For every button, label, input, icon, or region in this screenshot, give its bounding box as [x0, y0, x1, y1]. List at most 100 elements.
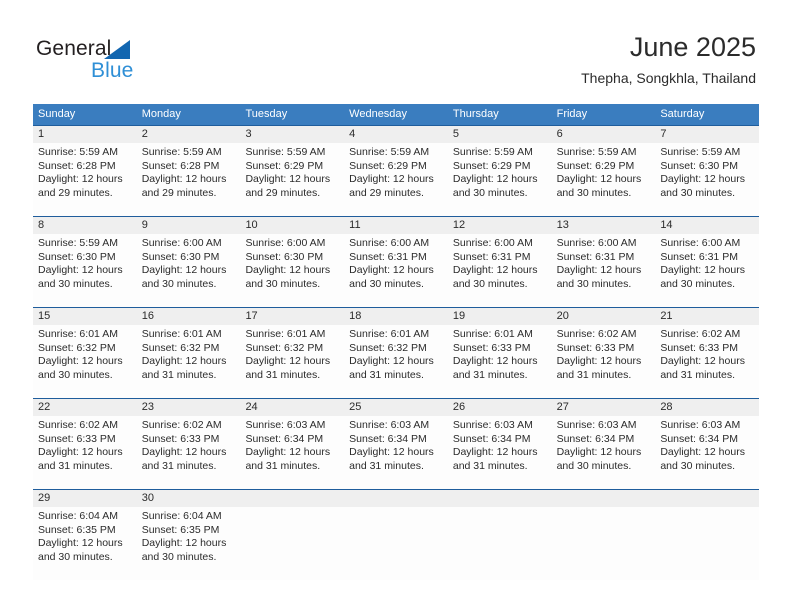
day-cell[interactable]: Sunrise: 6:00 AM Sunset: 6:31 PM Dayligh… — [655, 234, 759, 307]
day-cell[interactable]: Sunrise: 5:59 AM Sunset: 6:30 PM Dayligh… — [33, 234, 137, 307]
daylight-text-line2: and 30 minutes. — [452, 277, 528, 290]
day-number[interactable]: 3 — [240, 126, 344, 143]
day-number[interactable]: 9 — [137, 217, 241, 234]
day-cell[interactable]: Sunrise: 6:02 AM Sunset: 6:33 PM Dayligh… — [33, 416, 137, 489]
sunrise-text: Sunrise: 5:59 AM — [349, 146, 430, 158]
day-number[interactable]: 2 — [137, 126, 241, 143]
day-cell[interactable]: Sunrise: 6:03 AM Sunset: 6:34 PM Dayligh… — [552, 416, 656, 489]
weekday-header-tuesday: Tuesday — [245, 108, 288, 120]
day-cell[interactable]: Sunrise: 5:59 AM Sunset: 6:28 PM Dayligh… — [137, 143, 241, 216]
day-number[interactable]: 28 — [655, 399, 759, 416]
week-detail-band: Sunrise: 5:59 AM Sunset: 6:28 PM Dayligh… — [33, 143, 759, 216]
daylight-text-line1: Daylight: 12 hours — [38, 173, 123, 186]
daylight-text-line1: Daylight: 12 hours — [660, 264, 745, 277]
weekday-header-friday: Friday — [556, 108, 588, 120]
daylight-text-line1: Daylight: 12 hours — [349, 264, 434, 277]
day-cell[interactable]: Sunrise: 5:59 AM Sunset: 6:29 PM Dayligh… — [552, 143, 656, 216]
day-cell[interactable]: Sunrise: 6:01 AM Sunset: 6:32 PM Dayligh… — [240, 325, 344, 398]
day-cell[interactable]: Sunrise: 5:59 AM Sunset: 6:30 PM Dayligh… — [655, 143, 759, 216]
day-number[interactable]: 26 — [448, 399, 552, 416]
day-number[interactable]: 30 — [137, 490, 241, 507]
day-number[interactable]: 27 — [552, 399, 656, 416]
day-cell[interactable]: Sunrise: 6:00 AM Sunset: 6:30 PM Dayligh… — [137, 234, 241, 307]
sunset-text: Sunset: 6:33 PM — [660, 341, 738, 354]
day-cell[interactable]: Sunrise: 6:00 AM Sunset: 6:31 PM Dayligh… — [552, 234, 656, 307]
day-number[interactable]: 10 — [240, 217, 344, 234]
day-number[interactable]: 4 — [344, 126, 448, 143]
day-number[interactable]: 5 — [448, 126, 552, 143]
day-cell[interactable]: Sunrise: 5:59 AM Sunset: 6:29 PM Dayligh… — [344, 143, 448, 216]
sunset-text: Sunset: 6:30 PM — [245, 250, 324, 263]
day-number[interactable]: 14 — [655, 217, 759, 234]
day-number[interactable]: 6 — [552, 126, 656, 143]
day-number[interactable]: 16 — [137, 308, 241, 325]
daylight-text-line1: Daylight: 12 hours — [141, 355, 227, 368]
daylight-text-line2: and 31 minutes. — [349, 459, 424, 472]
day-cell[interactable]: Sunrise: 6:03 AM Sunset: 6:34 PM Dayligh… — [448, 416, 552, 489]
day-cell[interactable]: Sunrise: 6:02 AM Sunset: 6:33 PM Dayligh… — [137, 416, 241, 489]
daylight-text-line2: and 30 minutes. — [452, 186, 528, 199]
day-cell[interactable]: Sunrise: 6:00 AM Sunset: 6:31 PM Dayligh… — [448, 234, 552, 307]
day-number[interactable]: 21 — [655, 308, 759, 325]
daylight-text-line1: Daylight: 12 hours — [452, 446, 538, 459]
daylight-text-line1: Daylight: 12 hours — [349, 355, 434, 368]
day-number[interactable]: 29 — [33, 490, 137, 507]
day-number[interactable]: 23 — [137, 399, 241, 416]
day-cell[interactable]: Sunrise: 6:01 AM Sunset: 6:33 PM Dayligh… — [448, 325, 552, 398]
day-cell[interactable]: Sunrise: 6:03 AM Sunset: 6:34 PM Dayligh… — [655, 416, 759, 489]
day-number[interactable]: 12 — [448, 217, 552, 234]
day-number[interactable]: 17 — [240, 308, 344, 325]
day-cell[interactable]: Sunrise: 6:00 AM Sunset: 6:30 PM Dayligh… — [240, 234, 344, 307]
day-number[interactable]: 19 — [448, 308, 552, 325]
sunrise-text: Sunrise: 6:02 AM — [141, 419, 222, 431]
day-cell[interactable]: Sunrise: 6:04 AM Sunset: 6:35 PM Dayligh… — [33, 507, 137, 580]
day-number[interactable]: 15 — [33, 308, 137, 325]
day-cell[interactable]: Sunrise: 6:03 AM Sunset: 6:34 PM Dayligh… — [240, 416, 344, 489]
daylight-text-line1: Daylight: 12 hours — [452, 173, 538, 186]
general-blue-logo[interactable]: General Blue — [36, 36, 196, 86]
page-header: General Blue June 2025 Thepha, Songkhla,… — [0, 0, 792, 96]
sunset-text: Sunset: 6:33 PM — [452, 341, 531, 354]
daylight-text-line1: Daylight: 12 hours — [660, 173, 745, 186]
daylight-text-line2: and 31 minutes. — [452, 368, 528, 381]
day-number-empty — [552, 490, 656, 507]
sunset-text: Sunset: 6:30 PM — [660, 159, 738, 172]
day-number[interactable]: 25 — [344, 399, 448, 416]
sunset-text: Sunset: 6:29 PM — [556, 159, 635, 172]
day-cell[interactable]: Sunrise: 5:59 AM Sunset: 6:28 PM Dayligh… — [33, 143, 137, 216]
daylight-text-line2: and 31 minutes. — [245, 459, 321, 472]
weekday-header-saturday: Saturday — [660, 108, 705, 120]
sunset-text: Sunset: 6:31 PM — [556, 250, 635, 263]
daylight-text-line1: Daylight: 12 hours — [660, 446, 745, 459]
day-number[interactable]: 7 — [655, 126, 759, 143]
day-cell[interactable]: Sunrise: 6:02 AM Sunset: 6:33 PM Dayligh… — [655, 325, 759, 398]
day-number[interactable]: 22 — [33, 399, 137, 416]
day-cell[interactable]: Sunrise: 6:00 AM Sunset: 6:31 PM Dayligh… — [344, 234, 448, 307]
sunset-text: Sunset: 6:35 PM — [141, 523, 220, 536]
day-cell[interactable]: Sunrise: 6:02 AM Sunset: 6:33 PM Dayligh… — [552, 325, 656, 398]
day-cell[interactable]: Sunrise: 5:59 AM Sunset: 6:29 PM Dayligh… — [448, 143, 552, 216]
day-number[interactable]: 11 — [344, 217, 448, 234]
daylight-text-line2: and 30 minutes. — [660, 186, 736, 199]
day-cell[interactable]: Sunrise: 6:01 AM Sunset: 6:32 PM Dayligh… — [344, 325, 448, 398]
page-subtitle: Thepha, Songkhla, Thailand — [581, 70, 756, 86]
sunset-text: Sunset: 6:31 PM — [660, 250, 738, 263]
day-number[interactable]: 13 — [552, 217, 656, 234]
sunset-text: Sunset: 6:33 PM — [141, 432, 220, 445]
day-number[interactable]: 18 — [344, 308, 448, 325]
day-cell[interactable]: Sunrise: 6:01 AM Sunset: 6:32 PM Dayligh… — [33, 325, 137, 398]
sunset-text: Sunset: 6:31 PM — [349, 250, 427, 263]
day-number[interactable]: 20 — [552, 308, 656, 325]
daylight-text-line1: Daylight: 12 hours — [245, 355, 331, 368]
sunset-text: Sunset: 6:28 PM — [38, 159, 116, 172]
day-number[interactable]: 8 — [33, 217, 137, 234]
day-cell[interactable]: Sunrise: 6:04 AM Sunset: 6:35 PM Dayligh… — [137, 507, 241, 580]
daylight-text-line2: and 30 minutes. — [660, 277, 736, 290]
day-number[interactable]: 24 — [240, 399, 344, 416]
day-cell[interactable]: Sunrise: 6:03 AM Sunset: 6:34 PM Dayligh… — [344, 416, 448, 489]
day-cell[interactable]: Sunrise: 6:01 AM Sunset: 6:32 PM Dayligh… — [137, 325, 241, 398]
sunrise-text: Sunrise: 6:02 AM — [38, 419, 118, 431]
day-cell[interactable]: Sunrise: 5:59 AM Sunset: 6:29 PM Dayligh… — [240, 143, 344, 216]
sunrise-text: Sunrise: 6:01 AM — [38, 328, 118, 340]
day-number[interactable]: 1 — [33, 126, 137, 143]
